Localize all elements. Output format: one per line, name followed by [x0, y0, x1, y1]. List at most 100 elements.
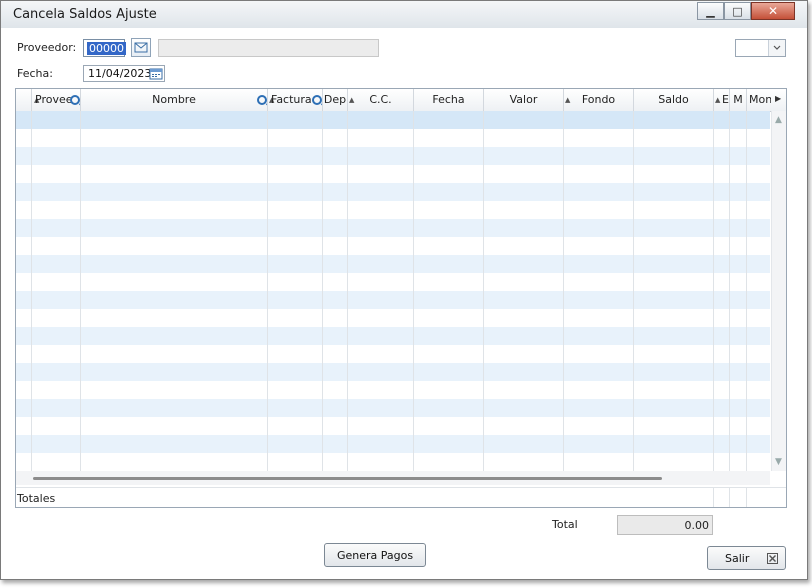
grid-rows[interactable] — [16, 111, 770, 471]
close-icon: ✕ — [767, 4, 779, 18]
minimize-icon: ▁ — [706, 4, 715, 18]
column-label: Valor — [509, 93, 538, 106]
column-label: Factura — [271, 93, 312, 106]
salir-button[interactable]: Salir — [707, 546, 786, 570]
column-header-e[interactable]: ▲ E — [714, 89, 730, 111]
grid-column-divider — [322, 111, 323, 471]
proveedor-code-value: 00000 — [87, 42, 126, 55]
grid-column-divider — [746, 488, 747, 507]
envelope-icon — [134, 42, 148, 53]
table-row[interactable] — [16, 345, 770, 363]
table-row[interactable] — [16, 165, 770, 183]
close-button[interactable]: ✕ — [751, 2, 795, 20]
column-header-fecha[interactable]: Fecha — [414, 89, 484, 111]
options-combo[interactable] — [735, 39, 786, 57]
grid-column-divider — [729, 488, 730, 507]
fecha-value: 11/04/2023 — [88, 67, 152, 80]
total-label: Total — [552, 518, 578, 531]
grid-column-divider — [746, 111, 747, 471]
chevron-down-icon[interactable] — [768, 40, 785, 56]
table-row[interactable] — [16, 255, 770, 273]
search-icon[interactable] — [312, 95, 322, 105]
column-label: Saldo — [658, 93, 689, 106]
close-x-icon — [767, 553, 778, 564]
maximize-button[interactable]: □ — [724, 2, 751, 20]
fecha-label: Fecha: — [17, 67, 53, 80]
grid-column-divider — [347, 111, 348, 471]
horizontal-scrollbar[interactable] — [16, 471, 770, 485]
title-bar: Cancela Saldos Ajuste ▁ □ ✕ — [1, 1, 807, 28]
table-row[interactable] — [16, 435, 770, 453]
table-row[interactable] — [16, 381, 770, 399]
vertical-scrollbar[interactable]: ▲ ▼ — [771, 111, 786, 471]
column-header-valor[interactable]: Valor — [484, 89, 564, 111]
table-row[interactable] — [16, 129, 770, 147]
row-indicator-header — [16, 89, 32, 111]
proveedor-label: Proveedor: — [17, 41, 77, 54]
calendar-icon[interactable] — [149, 67, 163, 80]
table-row[interactable] — [16, 363, 770, 381]
column-header-mon[interactable]: Mon — [747, 89, 771, 111]
window-title: Cancela Saldos Ajuste — [13, 7, 157, 22]
column-header-m[interactable]: M — [730, 89, 747, 111]
column-label: Mon — [749, 93, 771, 106]
salir-label: Salir — [725, 552, 750, 565]
column-label: Nombre — [152, 93, 196, 106]
minimize-button[interactable]: ▁ — [697, 2, 724, 20]
genera-pagos-button[interactable]: Genera Pagos — [324, 543, 426, 567]
proveedor-name-field — [158, 39, 379, 57]
table-row[interactable] — [16, 183, 770, 201]
grid-column-divider — [483, 111, 484, 471]
total-field: 0.00 — [617, 515, 713, 535]
scroll-up-icon[interactable]: ▲ — [775, 115, 782, 125]
genera-pagos-label: Genera Pagos — [336, 549, 414, 562]
column-label: Provee — [35, 93, 73, 106]
sort-icon: ▲ — [565, 96, 571, 104]
dialog-window: Cancela Saldos Ajuste ▁ □ ✕ Proveedor: 0… — [0, 0, 808, 580]
detail-grid[interactable]: ▲ Provee Nombre ▲ Factura Dep ▲ C.C. Fec… — [15, 88, 787, 508]
column-label: M — [733, 93, 743, 106]
grid-column-divider — [713, 488, 714, 507]
column-header-provee[interactable]: ▲ Provee — [32, 89, 81, 111]
table-row[interactable] — [16, 147, 770, 165]
column-header-dep[interactable]: Dep — [323, 89, 348, 111]
maximize-icon: □ — [732, 4, 743, 18]
table-row[interactable] — [16, 273, 770, 291]
table-row[interactable] — [16, 417, 770, 435]
sort-icon: ▲ — [715, 96, 721, 104]
search-icon[interactable] — [70, 95, 80, 105]
totals-row: Totales — [16, 487, 786, 507]
column-label: Fondo — [581, 93, 616, 106]
proveedor-lookup-button[interactable] — [131, 38, 151, 57]
totals-label: Totales — [17, 492, 56, 505]
table-row[interactable] — [16, 111, 770, 129]
column-header-factura[interactable]: ▲ Factura — [268, 89, 323, 111]
horizontal-scroll-thumb[interactable] — [33, 477, 662, 480]
table-row[interactable] — [16, 399, 770, 417]
grid-column-divider — [31, 111, 32, 471]
column-header-nombre[interactable]: Nombre — [81, 89, 268, 111]
grid-column-divider — [80, 111, 81, 471]
grid-column-divider — [713, 111, 714, 471]
grid-column-divider — [563, 111, 564, 471]
grid-column-divider — [633, 111, 634, 471]
proveedor-code-input[interactable]: 00000 — [83, 39, 126, 57]
table-row[interactable] — [16, 201, 770, 219]
grid-column-divider — [413, 111, 414, 471]
scroll-down-icon[interactable]: ▼ — [775, 457, 782, 467]
table-row[interactable] — [16, 327, 770, 345]
table-row[interactable] — [16, 453, 770, 471]
column-header-fondo[interactable]: ▲ Fondo — [564, 89, 634, 111]
fecha-input[interactable]: 11/04/2023 — [83, 65, 165, 82]
column-label: C.C. — [369, 93, 392, 106]
table-row[interactable] — [16, 309, 770, 327]
table-row[interactable] — [16, 291, 770, 309]
sort-icon: ▲ — [349, 96, 355, 104]
table-row[interactable] — [16, 219, 770, 237]
grid-header: ▲ Provee Nombre ▲ Factura Dep ▲ C.C. Fec… — [16, 89, 786, 112]
column-header-saldo[interactable]: Saldo — [634, 89, 714, 111]
search-icon[interactable] — [257, 95, 267, 105]
table-row[interactable] — [16, 237, 770, 255]
scroll-right-icon[interactable]: ▶ — [775, 94, 781, 103]
column-header-cc[interactable]: ▲ C.C. — [348, 89, 414, 111]
